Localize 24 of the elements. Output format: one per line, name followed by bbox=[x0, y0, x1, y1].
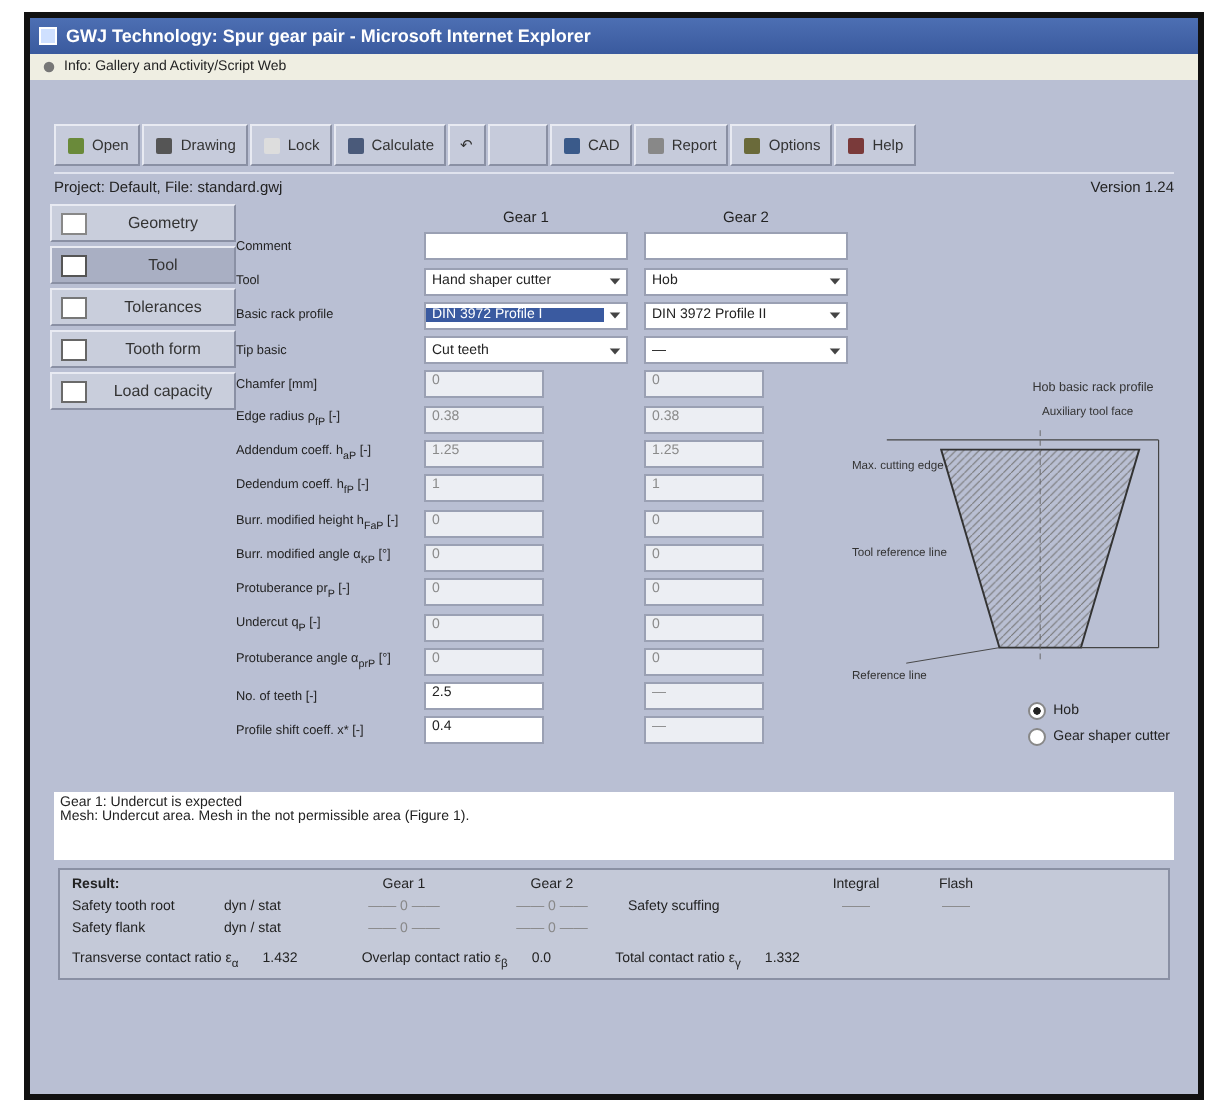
section-icon bbox=[60, 335, 88, 363]
nav-button[interactable]: Tooth form bbox=[50, 330, 236, 368]
nav-button[interactable]: Load capacity bbox=[50, 372, 236, 410]
radio-button[interactable] bbox=[1027, 702, 1046, 720]
dropdown-arrow-icon bbox=[828, 308, 842, 323]
browser-icon bbox=[38, 26, 58, 46]
nav-button[interactable]: Tool bbox=[50, 246, 236, 284]
dropdown-arrow-icon bbox=[608, 274, 622, 289]
nav-button[interactable]: Geometry bbox=[50, 204, 236, 242]
radio-button[interactable] bbox=[1027, 728, 1046, 746]
section-icon bbox=[60, 251, 88, 279]
input-field[interactable] bbox=[424, 232, 628, 261]
dropdown-arrow-icon bbox=[828, 343, 842, 358]
window-title: GWJ Technology: Spur gear pair - Microsoft Internet Explorer bbox=[66, 26, 591, 46]
info-icon bbox=[42, 60, 56, 74]
section-icon bbox=[60, 209, 88, 237]
input-field[interactable] bbox=[644, 232, 848, 261]
section-icon bbox=[60, 377, 88, 405]
nav-button[interactable]: Tolerances bbox=[50, 288, 236, 326]
dropdown-arrow-icon bbox=[828, 274, 842, 289]
dropdown-arrow-icon bbox=[608, 308, 622, 323]
dropdown-arrow-icon bbox=[608, 343, 622, 358]
toolbar-button[interactable] bbox=[488, 124, 548, 166]
section-icon bbox=[60, 293, 88, 321]
